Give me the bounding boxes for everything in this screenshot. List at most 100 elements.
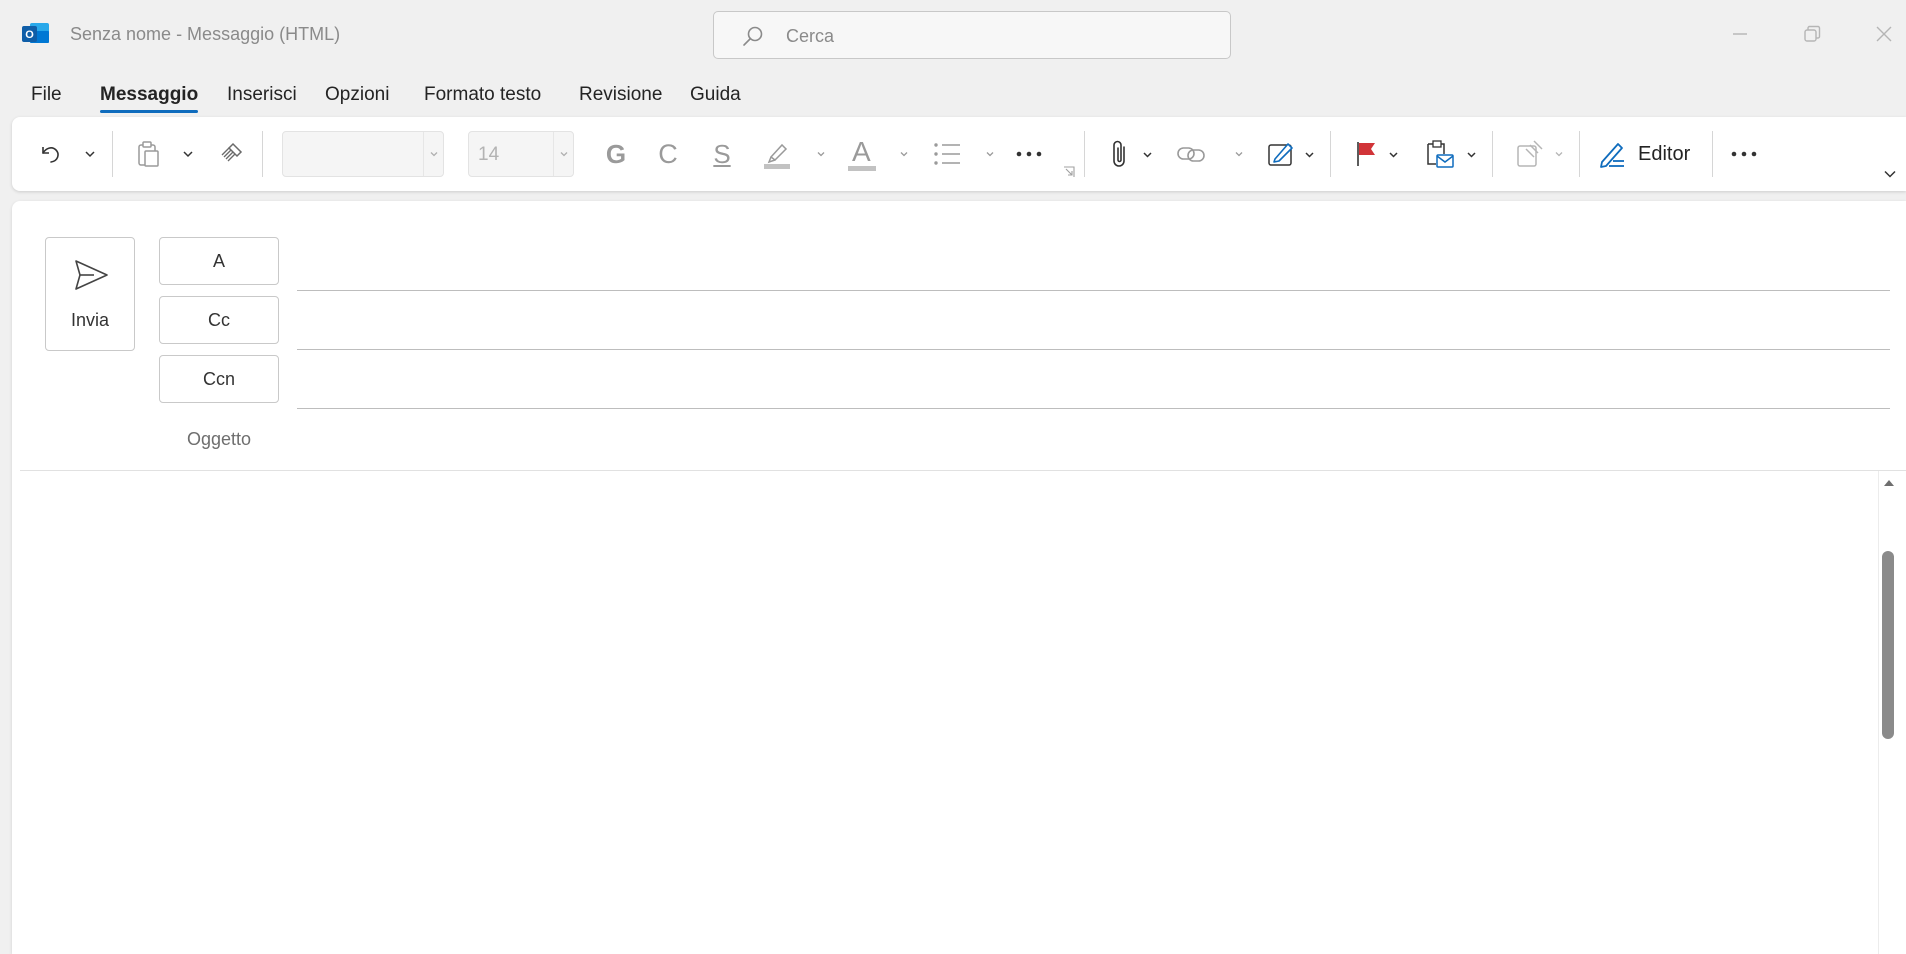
ribbon-expand-button[interactable] <box>1880 137 1900 211</box>
window-title: Senza nome - Messaggio (HTML) <box>70 24 341 44</box>
font-color-button[interactable]: A <box>842 117 882 191</box>
bcc-button[interactable]: Ccn <box>159 355 279 403</box>
undo-icon <box>42 147 59 163</box>
svg-text:O: O <box>25 29 34 41</box>
highlighter-icon <box>764 143 790 169</box>
chevron-down-icon <box>1142 151 1152 158</box>
font-name-dropdown[interactable] <box>423 132 443 176</box>
close-icon <box>1876 26 1892 42</box>
bcc-field[interactable] <box>297 408 1890 409</box>
search-icon <box>743 26 763 46</box>
scrollbar-thumb[interactable] <box>1882 551 1894 739</box>
more-icon <box>1731 151 1757 157</box>
font-size-value: 14 <box>478 144 500 165</box>
chevron-down-icon <box>986 152 994 157</box>
signature-dropdown[interactable] <box>1302 117 1316 191</box>
attach-dropdown[interactable] <box>1140 117 1154 191</box>
minimize-button[interactable] <box>1728 22 1752 46</box>
cc-field[interactable] <box>297 349 1890 350</box>
cc-label: Cc <box>208 309 230 330</box>
bullet-list-icon <box>934 143 960 165</box>
link-dropdown[interactable] <box>1232 117 1246 191</box>
apps-dropdown[interactable] <box>1552 117 1566 191</box>
chevron-down-icon <box>900 152 908 157</box>
underline-glyph: S <box>713 138 731 169</box>
separator <box>1579 131 1580 177</box>
to-button[interactable]: A <box>159 237 279 285</box>
link-icon <box>1177 147 1205 162</box>
more-formatting-button[interactable] <box>1012 117 1046 191</box>
undo-dropdown[interactable] <box>82 117 98 191</box>
tab-opzioni[interactable]: Opzioni <box>325 84 389 106</box>
tags-button[interactable] <box>1422 117 1458 191</box>
font-color-dropdown[interactable] <box>897 117 911 191</box>
chevron-down-icon <box>560 152 567 157</box>
separator <box>1492 131 1493 177</box>
more-icon <box>1016 151 1042 157</box>
tab-formato-testo[interactable]: Formato testo <box>424 84 541 106</box>
dialog-launcher-icon[interactable] <box>1062 165 1076 179</box>
follow-up-flag-button[interactable] <box>1350 117 1382 191</box>
paperclip-icon <box>1113 140 1125 167</box>
chevron-down-icon <box>817 152 825 157</box>
italic-glyph: C <box>658 138 678 169</box>
editor-pen-icon <box>1600 143 1624 168</box>
send-icon <box>75 260 108 290</box>
send-button[interactable]: Invia <box>45 237 135 351</box>
restore-icon <box>1804 25 1821 42</box>
font-size-dropdown[interactable] <box>553 132 573 176</box>
flag-icon <box>1357 142 1375 166</box>
format-painter-button[interactable] <box>214 117 248 191</box>
minimize-icon <box>1733 33 1747 35</box>
tab-revisione[interactable]: Revisione <box>579 84 662 106</box>
font-color-glyph: A <box>852 136 871 167</box>
italic-button[interactable]: C <box>652 117 684 191</box>
outlook-icon: O <box>22 23 49 43</box>
bold-glyph: G <box>605 138 627 169</box>
chevron-down-icon <box>1304 151 1314 158</box>
to-label: A <box>212 250 225 271</box>
tab-inserisci[interactable]: Inserisci <box>227 84 297 106</box>
close-button[interactable] <box>1872 22 1896 46</box>
paste-dropdown[interactable] <box>180 117 196 191</box>
bullets-dropdown[interactable] <box>983 117 997 191</box>
font-name-select[interactable] <box>282 131 444 177</box>
editor-label: Editor <box>1638 142 1691 165</box>
to-field[interactable] <box>297 290 1890 291</box>
attach-file-button[interactable] <box>1104 117 1136 191</box>
scroll-up-arrow-icon[interactable] <box>1882 476 1896 490</box>
highlight-dropdown[interactable] <box>814 117 828 191</box>
paste-button[interactable] <box>130 117 166 191</box>
font-size-select[interactable]: 14 <box>468 131 574 177</box>
ribbon-toolbar: 14 G C S A Editor <box>12 117 1906 191</box>
tab-messaggio[interactable]: Messaggio <box>100 84 199 113</box>
subject-field[interactable] <box>297 416 1890 456</box>
bcc-label: Ccn <box>202 368 235 389</box>
signature-button[interactable] <box>1264 117 1298 191</box>
more-commands-button[interactable] <box>1727 117 1761 191</box>
chevron-down-icon <box>1388 151 1398 158</box>
tab-guida[interactable]: Guida <box>690 84 741 106</box>
apps-button[interactable] <box>1512 117 1548 191</box>
message-body[interactable] <box>20 473 1875 954</box>
highlight-button[interactable] <box>757 117 797 191</box>
bullets-button[interactable] <box>927 117 967 191</box>
title-bar: O Senza nome - Messaggio (HTML) Cerca <box>0 0 1906 70</box>
underline-button[interactable]: S <box>706 117 738 191</box>
clipboard-icon <box>138 141 159 167</box>
format-painter-icon <box>221 142 243 162</box>
flag-dropdown[interactable] <box>1386 117 1400 191</box>
tags-dropdown[interactable] <box>1464 117 1478 191</box>
search-input[interactable]: Cerca <box>713 11 1231 59</box>
editor-button[interactable]: Editor <box>1596 117 1706 191</box>
chevron-down-icon <box>183 151 193 158</box>
envelope-tag-icon <box>1427 140 1454 168</box>
separator <box>1330 131 1331 177</box>
restore-button[interactable] <box>1800 22 1824 46</box>
apps-icon <box>1517 140 1543 167</box>
tab-file[interactable]: File <box>31 84 62 106</box>
undo-button[interactable] <box>34 117 66 191</box>
bold-button[interactable]: G <box>600 117 632 191</box>
cc-button[interactable]: Cc <box>159 296 279 344</box>
link-button[interactable] <box>1172 117 1210 191</box>
